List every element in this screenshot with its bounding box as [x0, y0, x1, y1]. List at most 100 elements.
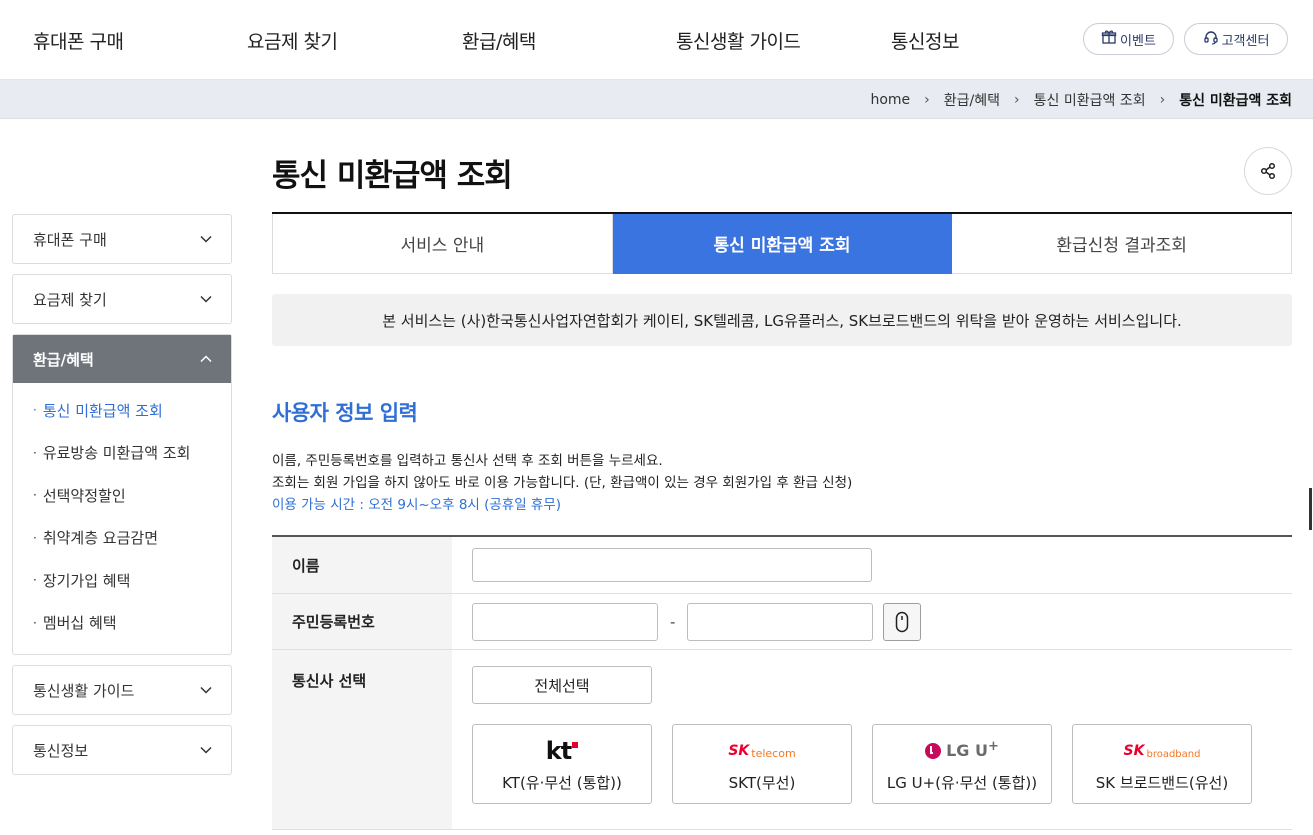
- service-notice-text: 본 서비스는 (사)한국통신사업자연합회가 케이티, SK텔레콤, LG유플러스…: [382, 311, 1182, 330]
- sidebar-section-life-guide: 통신생활 가이드: [12, 665, 232, 715]
- sidebar-head-label: 통신정보: [33, 741, 89, 760]
- tab-service-guide[interactable]: 서비스 안내: [272, 214, 613, 274]
- gnb-item-phone-purchase[interactable]: 휴대폰 구매: [33, 27, 124, 54]
- rrn-back-input[interactable]: [687, 602, 874, 641]
- select-all-button[interactable]: 전체선택: [472, 666, 652, 704]
- form-row-carrier: 통신사 선택 전체선택 kt KT(유·무선 (통합)) SK telecom S…: [272, 650, 1292, 830]
- sidebar-section-telecom-info: 통신정보: [12, 725, 232, 775]
- gnb-item-life-guide[interactable]: 통신생활 가이드: [676, 27, 801, 54]
- gnb-item-refund-benefit[interactable]: 환급/혜택: [462, 27, 536, 54]
- sidebar-section-phone-purchase: 휴대폰 구매: [12, 214, 232, 264]
- sidebar-item-label: 선택약정할인: [42, 486, 126, 505]
- carrier-label-skb: SK 브로드밴드(유선): [1095, 773, 1229, 792]
- sidebar-item-label: 장기가입 혜택: [42, 571, 131, 590]
- sidebar-item-label: 통신 미환급액 조회: [42, 401, 163, 420]
- global-nav: 휴대폰 구매 요금제 찾기 환급/혜택 통신생활 가이드 통신정보 이벤트 고객…: [0, 0, 1313, 80]
- sidebar-item-vulnerable-discount[interactable]: · 취약계층 요금감면: [13, 517, 231, 560]
- carrier-options: kt KT(유·무선 (통합)) SK telecom SKT(무선) LG U +…: [472, 724, 1252, 804]
- sidebar-item-label: 유료방송 미환급액 조회: [42, 444, 191, 463]
- sidebar-head-label: 통신생활 가이드: [33, 681, 135, 700]
- page-title: 통신 미환급액 조회: [272, 158, 513, 194]
- sidebar-item-long-term-benefit[interactable]: · 장기가입 혜택: [13, 559, 231, 602]
- chevron-down-icon: [200, 686, 212, 694]
- form-row-rrn: 주민등록번호 -: [272, 594, 1292, 650]
- sidebar-head-label: 요금제 찾기: [33, 290, 107, 309]
- sk-broadband-logo: SK broadband: [1123, 742, 1201, 760]
- rrn-front-input[interactable]: [472, 602, 658, 641]
- sidebar-head-life-guide[interactable]: 통신생활 가이드: [13, 666, 231, 714]
- chevron-down-icon: [200, 235, 212, 243]
- chevron-up-icon: [200, 355, 212, 363]
- gnb-item-plan-search[interactable]: 요금제 찾기: [247, 27, 338, 54]
- sidebar-head-label: 휴대폰 구매: [33, 230, 107, 249]
- share-icon: [1260, 162, 1276, 180]
- sidebar-item-label: 멤버십 혜택: [42, 614, 117, 633]
- sidebar-item-contract-discount[interactable]: · 선택약정할인: [13, 474, 231, 517]
- sidebar-item-membership-benefit[interactable]: · 멤버십 혜택: [13, 602, 231, 645]
- carrier-label-kt: KT(유·무선 (통합)): [502, 773, 622, 792]
- bullet-icon: ·: [33, 488, 37, 503]
- guide-line: 이름, 주민등록번호를 입력하고 통신사 선택 후 조회 버튼을 누르세요.: [272, 453, 663, 469]
- name-input[interactable]: [472, 548, 872, 582]
- bullet-icon: ·: [33, 615, 37, 630]
- tab-refund-result[interactable]: 환급신청 결과조회: [952, 214, 1293, 274]
- chevron-right-icon: ›: [1014, 92, 1020, 108]
- gift-icon: [1101, 29, 1117, 49]
- sidebar-head-plan-search[interactable]: 요금제 찾기: [13, 275, 231, 323]
- breadcrumb-level1[interactable]: 환급/혜택: [944, 90, 1000, 110]
- name-label: 이름: [272, 537, 452, 593]
- mouse-icon: [896, 611, 909, 632]
- bullet-icon: ·: [33, 573, 37, 588]
- sidebar-head-telecom-info[interactable]: 통신정보: [13, 726, 231, 774]
- event-label: 이벤트: [1120, 33, 1156, 49]
- gnb-item-telecom-info[interactable]: 통신정보: [891, 27, 959, 54]
- rrn-label: 주민등록번호: [272, 594, 452, 649]
- sidebar-item-paytv-refund[interactable]: · 유료방송 미환급액 조회: [13, 432, 231, 475]
- secure-keypad-button[interactable]: [883, 602, 922, 641]
- sidebar-head-phone-purchase[interactable]: 휴대폰 구매: [13, 215, 231, 263]
- scrollbar-thumb[interactable]: [1309, 488, 1312, 530]
- tab-refund-lookup[interactable]: 통신 미환급액 조회: [612, 214, 953, 274]
- chevron-down-icon: [200, 295, 212, 303]
- breadcrumb-home[interactable]: home: [870, 92, 910, 108]
- share-button[interactable]: [1244, 147, 1292, 195]
- bullet-icon: ·: [33, 445, 37, 460]
- breadcrumb: home › 환급/혜택 › 통신 미환급액 조회 › 통신 미환급액 조회: [870, 90, 1292, 110]
- customer-center-label: 고객센터: [1221, 33, 1270, 49]
- service-notice: 본 서비스는 (사)한국통신사업자연합회가 케이티, SK텔레콤, LG유플러스…: [272, 294, 1292, 346]
- sidebar-head-label: 환급/혜택: [33, 350, 94, 369]
- sidebar-sub-list: · 통신 미환급액 조회 · 유료방송 미환급액 조회 · 선택약정할인 · 취약계층 …: [13, 383, 231, 652]
- rrn-dash: -: [670, 612, 676, 631]
- guide-line: 조회는 회원 가입을 하지 않아도 바로 이용 가능합니다. (단, 환급액이 …: [272, 475, 853, 491]
- sidebar-section-plan-search: 요금제 찾기: [12, 274, 232, 324]
- sidebar-section-refund-benefit: 환급/혜택 · 통신 미환급액 조회 · 유료방송 미환급액 조회 · 선택약정할인 …: [12, 334, 232, 655]
- breadcrumb-level2[interactable]: 통신 미환급액 조회: [1034, 90, 1146, 110]
- breadcrumb-bar: home › 환급/혜택 › 통신 미환급액 조회 › 통신 미환급액 조회: [0, 80, 1313, 119]
- service-hours: 이용 가능 시간 : 오전 9시~오후 8시 (공휴일 휴무): [272, 497, 562, 513]
- chevron-down-icon: [200, 746, 212, 754]
- sidebar-item-telecom-refund[interactable]: · 통신 미환급액 조회: [13, 389, 231, 432]
- chevron-right-icon: ›: [1159, 92, 1166, 108]
- guide-text: 이름, 주민등록번호를 입력하고 통신사 선택 후 조회 버튼을 누르세요. 조…: [272, 450, 852, 516]
- carrier-lgu[interactable]: LG U + LG U+(유·무선 (통합)): [872, 724, 1052, 804]
- form-row-name: 이름: [272, 537, 1292, 594]
- customer-center-button[interactable]: 고객센터: [1184, 23, 1288, 55]
- content-tabs: 서비스 안내 통신 미환급액 조회 환급신청 결과조회: [272, 212, 1293, 274]
- carrier-label: 통신사 선택: [272, 650, 452, 829]
- sk-telecom-logo: SK telecom: [728, 742, 796, 761]
- event-button[interactable]: 이벤트: [1083, 23, 1174, 55]
- carrier-label-skt: SKT(무선): [728, 773, 796, 792]
- sidebar-item-label: 취약계층 요금감면: [42, 529, 158, 548]
- carrier-skt[interactable]: SK telecom SKT(무선): [672, 724, 852, 804]
- user-info-form: 이름 주민등록번호 - 통신사 선택 전체선택 kt KT(유·무선 (통합)): [272, 535, 1292, 830]
- chevron-right-icon: ›: [924, 92, 930, 108]
- sidebar-head-refund-benefit[interactable]: 환급/혜택: [13, 335, 231, 383]
- lg-uplus-logo: LG U +: [925, 736, 999, 766]
- bullet-icon: ·: [33, 403, 37, 418]
- carrier-kt[interactable]: kt KT(유·무선 (통합)): [472, 724, 652, 804]
- headset-icon: [1203, 29, 1219, 49]
- carrier-skb[interactable]: SK broadband SK 브로드밴드(유선): [1072, 724, 1252, 804]
- section-title: 사용자 정보 입력: [272, 401, 418, 425]
- kt-logo: kt: [546, 736, 579, 766]
- bullet-icon: ·: [33, 530, 37, 545]
